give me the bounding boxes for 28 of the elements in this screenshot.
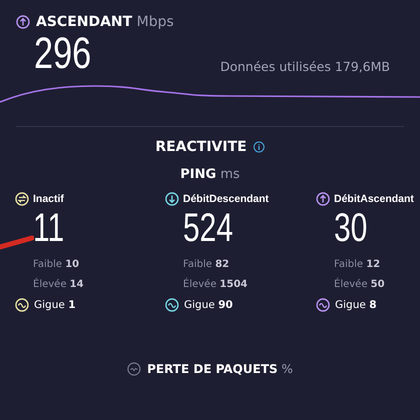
low-value: Faible 82 — [183, 259, 230, 270]
jitter-value: Gigue 8 — [335, 299, 376, 311]
jitter-value: Gigue 90 — [184, 299, 233, 311]
high-value: Élevée 1504 — [183, 279, 249, 290]
ping-title: PING ms — [180, 167, 240, 182]
status-icon — [316, 192, 330, 206]
metric-label: DébitDescendant — [183, 193, 269, 205]
ping-value: 11 — [33, 206, 64, 250]
packet-loss-icon — [127, 362, 142, 376]
data-used: Données utilisées 179,6MB — [220, 59, 390, 76]
low-value: Faible 12 — [334, 259, 382, 270]
status-icon — [165, 192, 179, 206]
low-value: Faible 10 — [33, 259, 80, 270]
annotation-stroke — [0, 234, 34, 250]
packet-loss-title: PERTE DE PAQUETS % — [147, 362, 293, 376]
status-icon — [15, 192, 29, 206]
ping-value: 30 — [334, 206, 368, 250]
jitter-value: Gigue 1 — [34, 299, 76, 311]
ping-value: 524 — [183, 206, 234, 250]
upload-icon — [16, 15, 30, 29]
high-value: Élevée 14 — [33, 279, 85, 290]
upload-title: ASCENDANT Mbps — [36, 14, 174, 30]
high-value: Élevée 50 — [334, 279, 386, 290]
upload-speed: 296 — [34, 30, 92, 78]
metric-label: Inactif — [33, 193, 64, 205]
metric-label: DébitAscendant — [334, 193, 414, 205]
info-icon[interactable] — [252, 141, 265, 153]
section-title: REACTIVITE — [155, 139, 247, 155]
